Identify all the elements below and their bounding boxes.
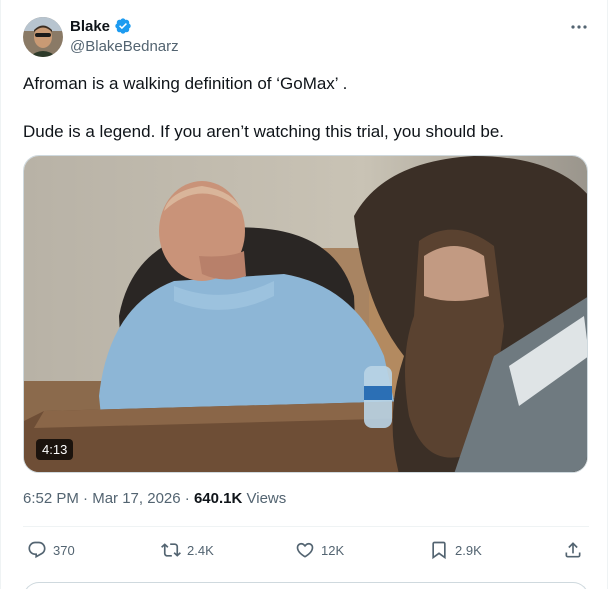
reply-icon — [28, 541, 46, 559]
author-display-name[interactable]: Blake — [70, 18, 110, 35]
views-count: 640.1K — [193, 490, 243, 507]
like-button[interactable]: 12K — [295, 539, 344, 561]
share-button[interactable] — [563, 539, 583, 561]
video-player[interactable]: 4:13 — [23, 155, 588, 473]
meta-separator: · — [184, 490, 190, 507]
share-icon — [565, 542, 581, 558]
like-count: 12K — [321, 542, 345, 558]
tweet-meta: 6:52 PM · Mar 17, 2026 · 640.1K Views — [23, 490, 286, 507]
repost-button[interactable]: 2.4K — [161, 539, 214, 561]
tweet-time: 6:52 PM — [23, 490, 79, 507]
verified-badge-icon — [114, 17, 132, 35]
author-name-row[interactable]: Blake — [70, 17, 132, 35]
tweet-card: Blake @BlakeBednarz Afroman is a walking… — [0, 0, 608, 589]
repost-count: 2.4K — [187, 542, 214, 558]
reply-composer-edge — [23, 582, 589, 589]
avatar[interactable] — [23, 17, 63, 57]
more-options-button[interactable] — [569, 17, 589, 37]
meta-separator: · — [83, 490, 89, 507]
views-label: Views — [246, 490, 287, 507]
bookmark-count: 2.9K — [455, 542, 482, 558]
reply-count: 370 — [53, 542, 75, 558]
tweet-date: Mar 17, 2026 — [92, 490, 181, 507]
author-handle[interactable]: @BlakeBednarz — [70, 38, 179, 55]
video-duration-badge: 4:13 — [36, 439, 74, 460]
video-thumbnail — [24, 156, 587, 472]
bookmark-icon — [432, 541, 446, 560]
ellipsis-icon — [571, 25, 587, 29]
reply-button[interactable]: 370 — [27, 539, 75, 561]
bookmark-button[interactable]: 2.9K — [429, 539, 482, 561]
tweet-time-link[interactable]: 6:52 PM · Mar 17, 2026 — [23, 490, 181, 507]
tweet-text: Afroman is a walking definition of ‘GoMa… — [23, 72, 583, 144]
divider — [23, 526, 589, 527]
repost-icon — [161, 543, 181, 557]
tweet-paragraph: Afroman is a walking definition of ‘GoMa… — [23, 74, 348, 93]
tweet-paragraph: Dude is a legend. If you aren’t watching… — [23, 122, 505, 141]
heart-icon — [296, 542, 314, 558]
